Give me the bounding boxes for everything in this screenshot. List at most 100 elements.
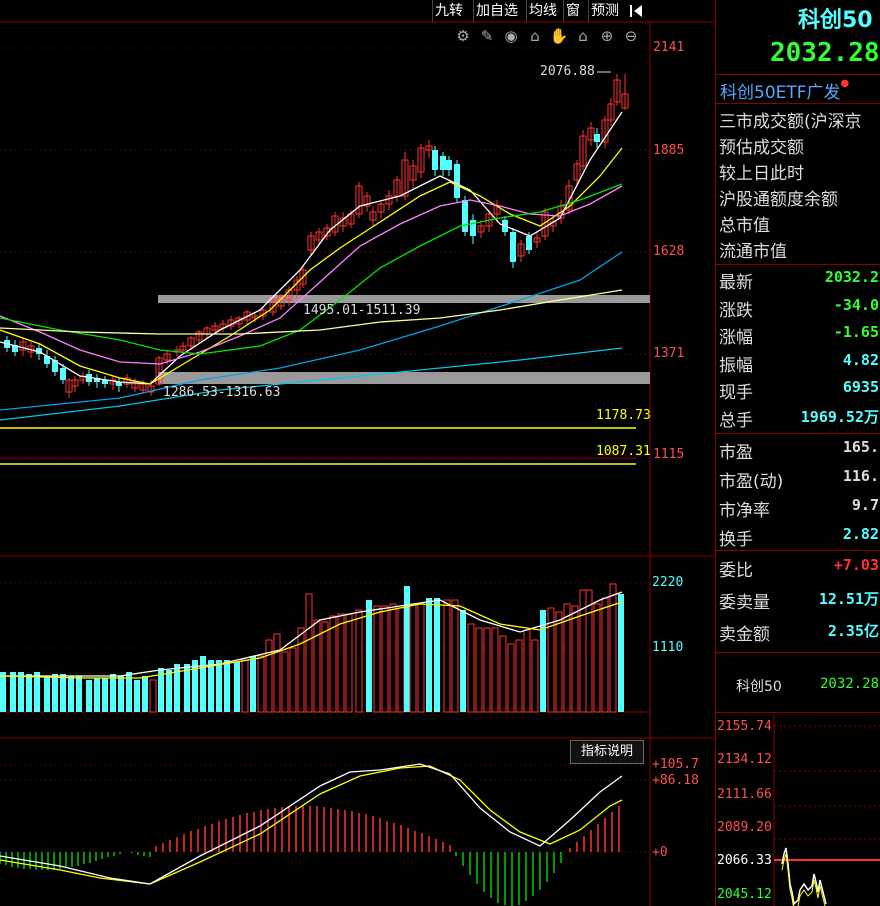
volume-tick-0: 2220 bbox=[652, 575, 684, 590]
macd-dea-line bbox=[0, 765, 623, 885]
order-value-1: 12.51万 bbox=[818, 590, 879, 608]
lock-icon[interactable]: ⌂ bbox=[525, 26, 545, 46]
toolbar-item-2[interactable]: 均线 bbox=[526, 0, 562, 22]
zoom-in-icon[interactable]: ⊕ bbox=[597, 26, 617, 46]
mini-intraday-chart[interactable]: 2155.74 2134.12 2111.66 2089.20 2066.33 2045.… bbox=[716, 714, 880, 906]
stats-label-1: 涨跌 bbox=[719, 300, 753, 321]
volume-bar bbox=[366, 600, 372, 712]
volume-bar bbox=[397, 607, 405, 713]
volume-bar bbox=[110, 674, 116, 712]
draw-icon[interactable]: ✎ bbox=[477, 26, 497, 46]
mini-chart-name: 科创50 bbox=[736, 679, 782, 695]
price-tick-3: 1371 bbox=[653, 346, 685, 361]
valuation-row-1: 市盈(动) 116. bbox=[719, 467, 879, 493]
settings-icon[interactable]: ⚙ bbox=[453, 26, 473, 46]
candle bbox=[79, 372, 87, 384]
stats-row-5: 总手 1969.52万 bbox=[719, 406, 879, 432]
volume-bar bbox=[345, 613, 353, 713]
resistance-zone-1 bbox=[158, 295, 650, 303]
price-tick-0: 2141 bbox=[653, 40, 685, 55]
resistance-zone-2 bbox=[158, 372, 650, 384]
volume-bar bbox=[52, 674, 58, 712]
info-row-2: 较上日此时 bbox=[719, 164, 804, 184]
toolbar-item-3[interactable]: 窗 bbox=[563, 0, 587, 22]
candle bbox=[533, 232, 541, 248]
volume-bar bbox=[224, 660, 230, 712]
volume-bar bbox=[216, 660, 222, 712]
price-tick-1: 1885 bbox=[653, 143, 685, 158]
volume-bar bbox=[76, 676, 82, 712]
volume-bar bbox=[297, 627, 305, 713]
volume-bar bbox=[118, 676, 124, 712]
mini-chart-price: 2032.28 bbox=[820, 676, 880, 692]
volume-bar bbox=[273, 633, 281, 713]
stats-label-4: 现手 bbox=[719, 383, 753, 403]
candle bbox=[613, 74, 621, 106]
candle bbox=[123, 374, 131, 388]
candle bbox=[363, 192, 371, 212]
volume-ma10-line bbox=[0, 601, 623, 679]
volume-tick-1: 1110 bbox=[652, 640, 684, 655]
volume-bar bbox=[44, 676, 50, 712]
kline-chart-area[interactable]: 九转 加自选 均线窗预测 ⚙ ✎ ◉ ⌂ ✋ ⌂ ⊕ ⊖ 2141 1885 1628 1371 1115… bbox=[0, 0, 715, 906]
stats-row-2: 涨幅 -1.65 bbox=[719, 323, 879, 349]
candle bbox=[446, 156, 452, 176]
order-label-2: 卖金额 bbox=[719, 625, 770, 645]
valuation-label-1: 市盈(动) bbox=[719, 472, 784, 492]
volume-bar bbox=[34, 672, 40, 712]
quote-sidebar: 科创50 2032.28 科创50ETF广发● 三市成交额(沪深京 预估成交额 较上… bbox=[715, 0, 880, 906]
valuation-row-3: 换手 2.82 bbox=[719, 525, 879, 551]
volume-bar bbox=[321, 621, 329, 713]
valuation-row-0: 市盈 165. bbox=[719, 438, 879, 464]
candle bbox=[517, 240, 525, 262]
volume-bar bbox=[208, 660, 214, 712]
order-row-1: 委卖量 12.51万 bbox=[719, 588, 879, 614]
candle bbox=[12, 340, 18, 356]
volume-bar bbox=[329, 615, 337, 713]
candle bbox=[102, 376, 108, 388]
etf-link[interactable]: 科创50ETF广发● bbox=[720, 78, 849, 103]
volume-bar bbox=[18, 672, 24, 712]
order-value-2: 2.35亿 bbox=[827, 622, 879, 640]
indicator-explain-button[interactable]: 指标说明 bbox=[570, 740, 644, 764]
mini-tick-0: 2155.74 bbox=[717, 719, 772, 734]
toolbar-item-1[interactable]: 加自选 bbox=[473, 0, 525, 22]
volume-bar bbox=[0, 672, 6, 712]
volume-bar bbox=[593, 603, 601, 713]
macd-tick-2: +0 bbox=[652, 845, 668, 860]
macd-tick-1: +86.18 bbox=[652, 773, 699, 788]
stats-label-2: 涨幅 bbox=[719, 328, 753, 348]
candle bbox=[417, 144, 425, 178]
volume-bar bbox=[142, 676, 148, 712]
zoom-out-icon[interactable]: ⊖ bbox=[621, 26, 641, 46]
stats-row-3: 振幅 4.82 bbox=[719, 351, 879, 377]
volume-bar bbox=[26, 674, 32, 712]
order-label-1: 委卖量 bbox=[719, 593, 770, 613]
volume-bar bbox=[192, 660, 198, 712]
eye-icon[interactable]: ◉ bbox=[501, 26, 521, 46]
panel-toggle-icon[interactable] bbox=[628, 2, 646, 20]
volume-bar bbox=[443, 599, 451, 713]
volume-bar bbox=[134, 680, 140, 712]
index-title: 科创50 bbox=[798, 8, 873, 33]
valuation-row-2: 市净率 9.7 bbox=[719, 496, 879, 522]
candle bbox=[203, 326, 211, 338]
volume-bar bbox=[531, 639, 539, 713]
volume-bar bbox=[289, 647, 297, 713]
toolbar-item-0[interactable]: 九转 bbox=[432, 0, 472, 22]
volume-bar bbox=[257, 655, 265, 713]
volume-bar bbox=[515, 639, 523, 713]
mini-tick-3: 2089.20 bbox=[717, 820, 772, 835]
candle bbox=[470, 214, 476, 244]
high-price-label: 2076.88 bbox=[540, 64, 595, 79]
valuation-label-0: 市盈 bbox=[719, 443, 753, 463]
valuation-label-2: 市净率 bbox=[719, 501, 770, 521]
hand-icon[interactable]: ✋ bbox=[549, 26, 569, 46]
volume-bar bbox=[475, 627, 483, 713]
order-row-0: 委比 +7.03 bbox=[719, 556, 879, 582]
home-icon[interactable]: ⌂ bbox=[573, 26, 593, 46]
valuation-value-2: 9.7 bbox=[851, 496, 879, 514]
volume-bar bbox=[234, 662, 240, 712]
candle bbox=[65, 378, 73, 398]
toolbar-item-4[interactable]: 预测 bbox=[588, 0, 624, 22]
